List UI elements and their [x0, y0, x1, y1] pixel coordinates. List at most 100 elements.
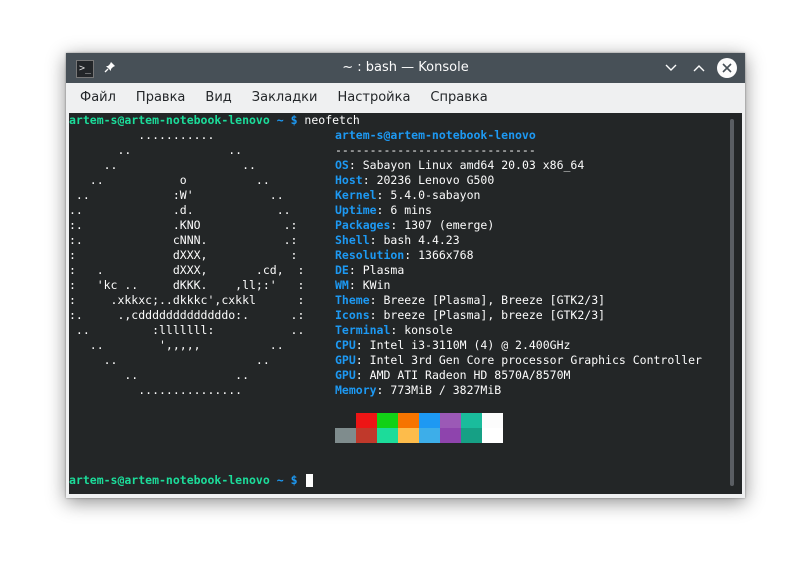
color-swatch	[398, 413, 419, 428]
info-value: 1307 (emerge)	[404, 218, 495, 232]
chevron-down-icon	[665, 64, 677, 71]
info-value: Intel i3-3110M (4) @ 2.400GHz	[369, 338, 571, 352]
info-line: OS: Sabayon Linux amd64 20.03 x86_64	[335, 158, 585, 172]
logo-line: .. ..	[69, 158, 256, 172]
konsole-window: ~ : bash — Konsole >_ Файл Правка Вид За…	[66, 53, 745, 498]
color-swatch	[335, 413, 356, 428]
color-swatch	[440, 413, 461, 428]
color-swatch	[356, 413, 377, 428]
info-value: Sabayon Linux amd64 20.03 x86_64	[362, 158, 585, 172]
color-swatch	[335, 428, 356, 443]
prompt-path: ~ $	[269, 113, 305, 127]
info-line: Resolution: 1366x768	[335, 248, 474, 262]
command-line: artem-s@artem-notebook-lenovo ~ $ neofet…	[69, 113, 360, 128]
info-key: Host	[335, 173, 363, 187]
color-swatch	[398, 428, 419, 443]
color-swatch	[461, 413, 482, 428]
info-key: Memory	[335, 383, 377, 397]
command-text: neofetch	[304, 113, 360, 127]
info-value: 6 mins	[390, 203, 432, 217]
info-value: KWin	[362, 278, 391, 292]
info-line: Icons: breeze [Plasma], breeze [GTK2/3]	[335, 308, 606, 322]
logo-line: .. ..	[69, 353, 270, 367]
logo-line: :. .,cdddddddddddddo:. .:	[69, 308, 305, 322]
info-key: GPU	[335, 353, 356, 367]
info-line: Terminal: konsole	[335, 323, 453, 337]
menu-help[interactable]: Справка	[420, 83, 497, 113]
info-key: Icons	[335, 308, 370, 322]
info-line: Uptime: 6 mins	[335, 203, 432, 217]
menu-edit[interactable]: Правка	[126, 83, 195, 113]
logo-line: .. ..	[69, 368, 250, 382]
info-key: CPU	[335, 338, 356, 352]
color-swatch	[356, 428, 377, 443]
terminal-icon[interactable]: >_	[76, 60, 94, 78]
color-swatch	[419, 428, 440, 443]
logo-line: .. ',,,,, ..	[69, 338, 284, 352]
chevron-up-icon	[693, 65, 705, 72]
logo-line: : 'kc .. dKKK. ,ll;:' :	[69, 278, 305, 292]
color-swatch	[419, 413, 440, 428]
info-line: Theme: Breeze [Plasma], Breeze [GTK2/3]	[335, 293, 606, 307]
menu-settings[interactable]: Настройка	[327, 83, 420, 113]
info-line: Memory: 773MiB / 3827MiB	[335, 383, 502, 397]
color-swatch	[461, 428, 482, 443]
info-user: artem-s@artem-notebook-lenovo	[335, 128, 536, 142]
info-value: Plasma	[362, 263, 405, 277]
info-line: Kernel: 5.4.0-sabayon	[335, 188, 481, 202]
info-line: GPU: AMD ATI Radeon HD 8570A/8570M	[335, 368, 571, 382]
logo-line: .. :lllllll: ..	[69, 323, 305, 337]
info-key: Shell	[335, 233, 370, 247]
info-separator: -----------------------------	[335, 143, 536, 157]
info-value: konsole	[404, 323, 453, 337]
menu-bar: Файл Правка Вид Закладки Настройка Справ…	[66, 83, 745, 113]
info-value: Breeze [Plasma], Breeze [GTK2/3]	[383, 293, 606, 307]
logo-line: .. ..	[69, 143, 243, 157]
info-key: Resolution	[335, 248, 405, 262]
logo-line: : dXXX, :	[69, 248, 298, 262]
maximize-button[interactable]	[689, 58, 709, 78]
info-value: 5.4.0-sabayon	[390, 188, 481, 202]
color-swatch	[377, 413, 398, 428]
info-value: 773MiB / 3827MiB	[390, 383, 502, 397]
window-title: ~ : bash — Konsole	[342, 60, 469, 75]
info-line: CPU: Intel i3-3110M (4) @ 2.400GHz	[335, 338, 571, 352]
pin-icon[interactable]	[104, 61, 116, 77]
info-key: Terminal	[335, 323, 391, 337]
info-value: breeze [Plasma], breeze [GTK2/3]	[383, 308, 606, 322]
info-line: Host: 20236 Lenovo G500	[335, 173, 495, 187]
logo-line: :. cNNN. .:	[69, 233, 298, 247]
info-value: 20236 Lenovo G500	[376, 173, 495, 187]
menu-view[interactable]: Вид	[195, 83, 241, 113]
logo-line: .. o ..	[69, 173, 270, 187]
logo-line: .. :W' ..	[69, 188, 284, 202]
color-swatch	[440, 428, 461, 443]
logo-line: : . dXXX, .cd, :	[69, 263, 305, 277]
info-key: Packages	[335, 218, 391, 232]
menu-bookmarks[interactable]: Закладки	[242, 83, 328, 113]
prompt-path: ~ $	[269, 473, 305, 487]
color-swatch	[377, 428, 398, 443]
close-button[interactable]	[717, 58, 737, 78]
info-key: WM	[335, 278, 349, 292]
prompt-line[interactable]: artem-s@artem-notebook-lenovo ~ $	[69, 473, 314, 488]
scrollbar[interactable]	[730, 119, 734, 486]
menu-file[interactable]: Файл	[70, 83, 126, 113]
info-key: OS	[335, 158, 349, 172]
logo-line: .. .d. ..	[69, 203, 291, 217]
info-line: WM: KWin	[335, 278, 391, 292]
info-key: DE	[335, 263, 349, 277]
info-line: GPU: Intel 3rd Gen Core processor Graphi…	[335, 353, 702, 367]
info-line: Packages: 1307 (emerge)	[335, 218, 495, 232]
logo-line: :. .KNO .:	[69, 218, 298, 232]
info-value: 1366x768	[418, 248, 474, 262]
minimize-button[interactable]	[661, 58, 681, 78]
terminal-area[interactable]: artem-s@artem-notebook-lenovo ~ $ neofet…	[69, 113, 742, 494]
info-key: GPU	[335, 368, 356, 382]
logo-line: : .xkkxc;..dkkkc',cxkkl :	[69, 293, 305, 307]
info-line: Shell: bash 4.4.23	[335, 233, 460, 247]
info-line: DE: Plasma	[335, 263, 405, 277]
prompt-user: artem-s@artem-notebook-lenovo	[69, 113, 270, 127]
info-value: AMD ATI Radeon HD 8570A/8570M	[369, 368, 571, 382]
title-bar[interactable]: ~ : bash — Konsole >_	[66, 53, 745, 83]
